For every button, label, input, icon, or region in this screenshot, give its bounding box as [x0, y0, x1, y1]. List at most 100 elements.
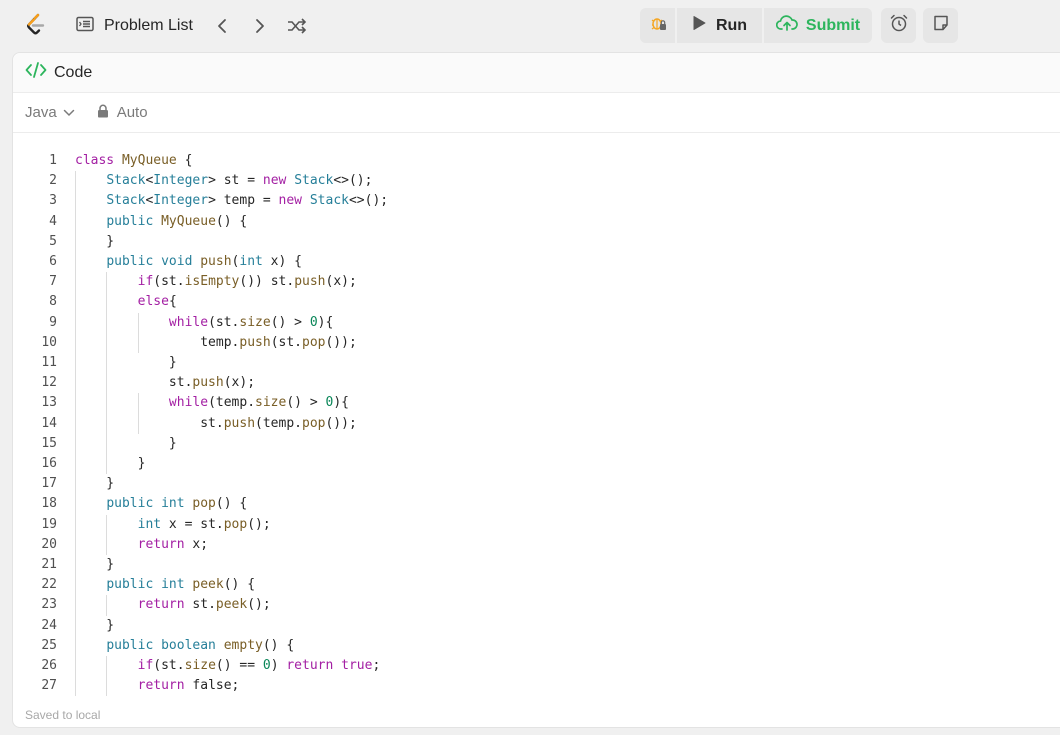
code-line: 16 }	[13, 454, 1060, 474]
code-text: while(temp.size() > 0){	[168, 395, 349, 411]
code-text: while(st.size() > 0){	[168, 314, 334, 330]
code-text: else{	[137, 294, 177, 310]
line-number: 5	[49, 233, 57, 249]
lock-icon	[97, 104, 109, 122]
code-text: st.push(temp.pop());	[75, 415, 357, 431]
code-text: }	[75, 557, 115, 572]
line-number: 12	[41, 375, 57, 391]
cloud-upload-icon	[775, 14, 798, 37]
code-text: Stack<Integer> st = new Stack<>();	[106, 173, 373, 189]
line-number: 7	[49, 274, 57, 290]
auto-label: Auto	[116, 104, 148, 121]
line-number: 13	[41, 395, 57, 411]
code-line: 21 }	[13, 555, 1060, 575]
run-button[interactable]: Run	[677, 8, 764, 43]
line-number: 10	[41, 334, 57, 350]
code-line: 9 while(st.size() > 0){	[13, 313, 1060, 333]
code-text: }	[75, 435, 177, 451]
code-line: 13 while(temp.size() > 0){	[13, 393, 1060, 413]
save-status: Saved to local	[25, 708, 101, 722]
line-number: 16	[41, 456, 57, 471]
line-number: 2	[49, 173, 57, 189]
code-text: int x = st.pop();	[137, 516, 271, 532]
code-text: }	[75, 233, 115, 249]
code-line: 24 }	[13, 616, 1060, 636]
code-text: }	[75, 355, 177, 370]
code-text: temp.push(st.pop());	[75, 334, 357, 350]
code-text: st.push(x);	[75, 375, 256, 391]
panel-title: Code	[54, 63, 93, 81]
code-text: }	[75, 456, 146, 471]
run-label: Run	[715, 16, 748, 34]
indent-guide	[137, 413, 139, 434]
code-editor[interactable]: 1 class MyQueue { 2 Stack<Integer> st = ne…	[13, 143, 1060, 697]
line-number: 15	[41, 435, 57, 451]
auto-mode[interactable]: Auto	[97, 104, 148, 122]
code-line: 10 temp.push(st.pop());	[13, 333, 1060, 353]
timer-button[interactable]	[881, 8, 916, 43]
debug-button[interactable]	[640, 8, 677, 43]
problem-list-label: Problem List	[104, 17, 193, 34]
line-number: 1	[49, 153, 57, 168]
line-number: 22	[41, 577, 57, 593]
code-text: if(st.size() == 0) return true;	[137, 658, 381, 673]
code-line: 20 return x;	[13, 535, 1060, 555]
indent-guide	[106, 595, 108, 616]
code-text: return x;	[137, 536, 209, 552]
code-line: 7 if(st.isEmpty()) st.push(x);	[13, 272, 1060, 292]
code-line: 1 class MyQueue {	[13, 151, 1060, 171]
note-icon	[932, 14, 950, 37]
code-line: 14 st.push(temp.pop());	[13, 414, 1060, 434]
code-line: 18 public int pop() {	[13, 494, 1060, 514]
notes-button[interactable]	[923, 8, 958, 43]
line-number: 26	[41, 658, 57, 673]
code-line: 3 Stack<Integer> temp = new Stack<>();	[13, 191, 1060, 211]
language-select[interactable]: Java	[25, 104, 75, 121]
indent-guide	[106, 656, 108, 697]
code-line: 6 public void push(int x) {	[13, 252, 1060, 272]
run-submit-group: Run Submit	[640, 8, 872, 43]
code-line: 11 }	[13, 353, 1060, 373]
code-panel-header: Code	[13, 53, 1060, 93]
code-text: public int peek() {	[106, 577, 256, 593]
code-text: public MyQueue() {	[106, 213, 248, 229]
language-label: Java	[25, 104, 57, 121]
line-number: 18	[41, 496, 57, 512]
code-line: 23 return st.peek();	[13, 595, 1060, 615]
code-text: return st.peek();	[137, 597, 271, 613]
debug-bug-icon	[649, 14, 667, 37]
code-text: public boolean empty() {	[106, 637, 295, 653]
next-problem-icon[interactable]	[250, 14, 270, 38]
code-text: }	[75, 617, 115, 633]
submit-label: Submit	[805, 16, 861, 34]
submit-button[interactable]: Submit	[764, 8, 872, 43]
code-line: 22 public int peek() {	[13, 575, 1060, 595]
code-panel: Code Java Auto 1 class MyQueue { 2 Stack<I…	[12, 52, 1060, 728]
line-number: 8	[49, 294, 57, 310]
line-number: 23	[41, 597, 57, 613]
indent-guide	[106, 514, 108, 555]
code-line: 27 return false;	[13, 676, 1060, 696]
code-line: 25 public boolean empty() {	[13, 636, 1060, 656]
line-number: 4	[49, 213, 57, 229]
line-number: 6	[49, 254, 57, 269]
code-text: if(st.isEmpty()) st.push(x);	[137, 274, 357, 290]
top-bar: Problem List Run Submit	[0, 0, 1060, 52]
prev-problem-icon[interactable]	[212, 14, 232, 38]
line-number: 25	[41, 637, 57, 653]
code-text: Stack<Integer> temp = new Stack<>();	[106, 193, 389, 209]
code-line: 5 }	[13, 232, 1060, 252]
line-number: 3	[49, 193, 57, 209]
shuffle-icon[interactable]	[285, 14, 309, 38]
line-number: 21	[41, 557, 57, 572]
line-number: 24	[41, 617, 57, 633]
line-number: 20	[41, 536, 57, 552]
chevron-down-icon	[63, 104, 75, 121]
code-brackets-icon	[25, 61, 47, 84]
problem-list-button[interactable]: Problem List	[76, 14, 193, 38]
leetcode-logo-icon[interactable]	[23, 12, 49, 38]
code-text: public void push(int x) {	[106, 254, 302, 269]
code-text: return false;	[137, 678, 240, 694]
line-number: 9	[49, 314, 57, 330]
code-text: }	[75, 476, 115, 492]
